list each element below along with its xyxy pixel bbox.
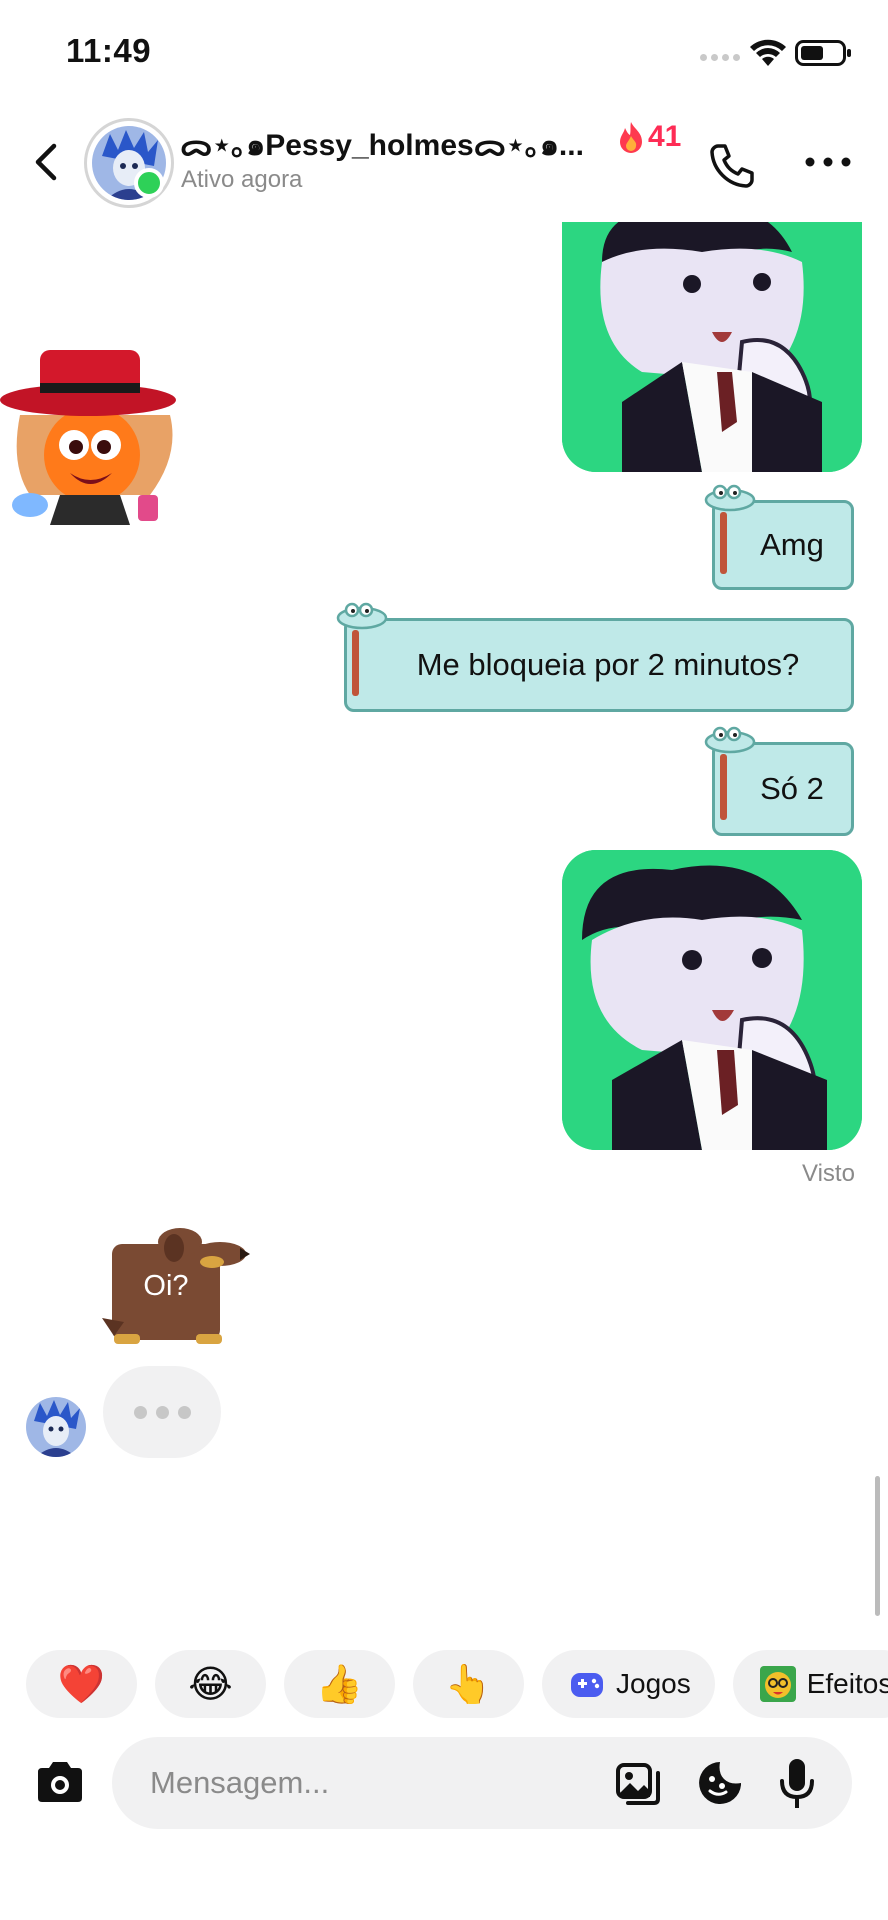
message-text: Amg <box>760 527 824 562</box>
quick-reaction-laughing[interactable]: 😂 <box>155 1650 266 1718</box>
phone-call-icon[interactable] <box>706 140 758 192</box>
effects-button[interactable]: Efeitos <box>732 1650 888 1718</box>
avatar-image <box>26 1397 86 1457</box>
camera-icon[interactable] <box>34 1758 86 1806</box>
quick-reaction-heart[interactable]: ❤️ <box>26 1650 137 1718</box>
sent-message-bubble[interactable]: Me bloqueia por 2 minutos? <box>336 602 862 718</box>
sticker-icon[interactable] <box>696 1759 744 1807</box>
sent-message-bubble[interactable]: Amg <box>704 484 862 596</box>
flame-icon <box>620 122 642 153</box>
sticker-caption: Oi? <box>143 1270 189 1302</box>
quick-reactions-bar: ❤️ 😂 👍 👆 Jogos Efeitos <box>26 1650 888 1718</box>
cartoon-boy-image <box>562 850 862 1150</box>
contact-name[interactable]: ᯅ⋆｡๑Pessy_holmesᯅ⋆｡๑... <box>180 120 600 169</box>
message-text: Só 2 <box>760 771 824 806</box>
online-status-dot <box>134 168 164 198</box>
typing-indicator <box>103 1366 221 1458</box>
streak-badge: 41 <box>616 120 681 154</box>
status-bar: 11:49 <box>0 0 888 100</box>
seen-receipt: Visto <box>802 1160 855 1187</box>
image-message[interactable] <box>562 222 862 472</box>
effects-label: Efeitos <box>806 1668 888 1699</box>
contact-avatar[interactable] <box>84 118 174 208</box>
received-sticker[interactable] <box>0 345 196 535</box>
cartoon-boy-image <box>562 222 862 472</box>
status-time: 11:49 <box>66 32 152 69</box>
more-options-icon[interactable] <box>802 150 854 174</box>
gallery-icon[interactable] <box>614 1761 662 1807</box>
gamepad-icon <box>571 1673 603 1697</box>
orange-character-sticker <box>0 350 176 525</box>
games-label: Jogos <box>616 1668 691 1699</box>
contact-avatar-small[interactable] <box>26 1397 86 1457</box>
scrollbar[interactable] <box>875 1476 880 1616</box>
effects-icon <box>759 1666 796 1702</box>
image-message[interactable] <box>562 850 862 1150</box>
cellular-signal-icon <box>700 54 740 61</box>
quick-reaction-thumbs-up[interactable]: 👍 <box>284 1650 395 1718</box>
chat-header: ᯅ⋆｡๑Pessy_holmesᯅ⋆｡๑... Ativo agora 41 <box>0 100 888 220</box>
sent-message-bubble[interactable]: Só 2 <box>704 726 862 842</box>
message-text: Me bloqueia por 2 minutos? <box>416 647 800 682</box>
message-input[interactable] <box>150 1737 590 1829</box>
contact-activity-status: Ativo agora <box>181 166 303 193</box>
battery-icon <box>795 40 851 66</box>
back-icon[interactable] <box>30 140 60 184</box>
received-sticker[interactable]: Oi? <box>100 1226 250 1356</box>
streak-count: 41 <box>648 120 682 153</box>
microphone-icon[interactable] <box>778 1757 816 1811</box>
message-composer <box>112 1737 852 1829</box>
quick-reaction-point-up[interactable]: 👆 <box>413 1650 524 1718</box>
games-button[interactable]: Jogos <box>542 1650 715 1718</box>
wifi-icon <box>750 39 786 66</box>
